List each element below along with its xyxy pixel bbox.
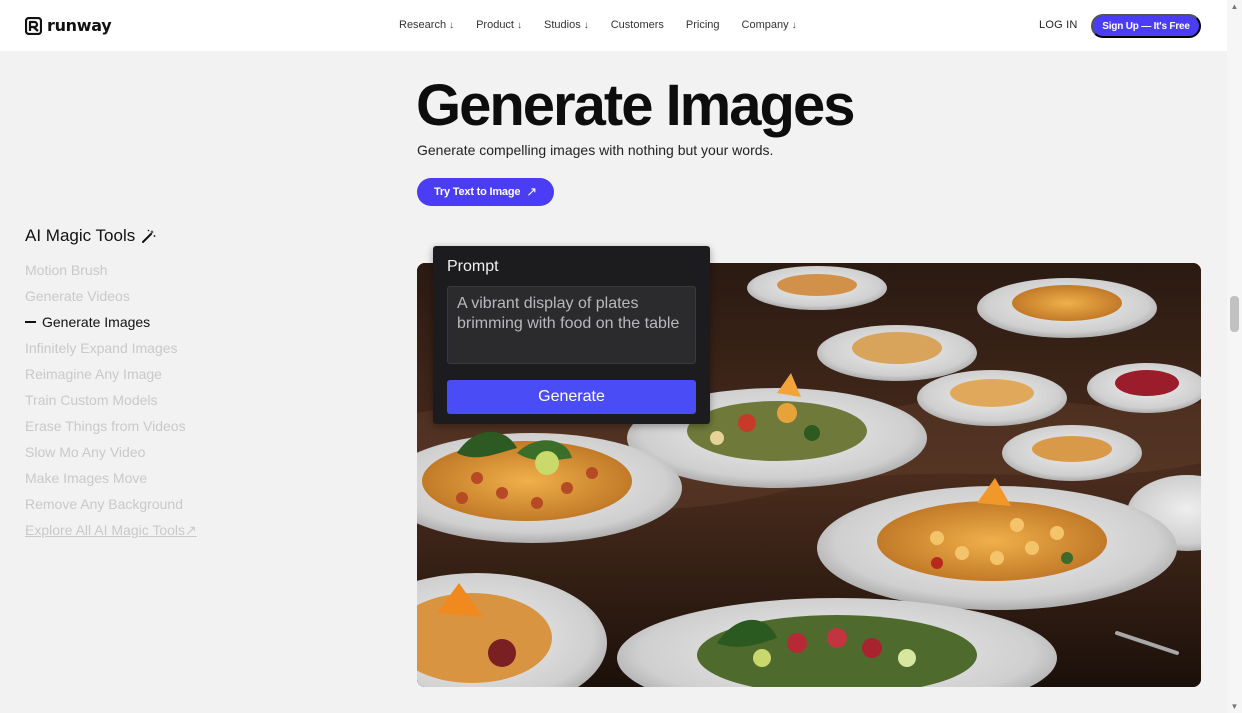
scrollbar-thumb[interactable] [1230,296,1239,332]
magic-tools-list: Motion Brush Generate Videos Generate Im… [25,262,197,548]
nav-research-label: Research [399,19,447,31]
page-title: Generate Images [416,73,855,138]
sidebar-item-remove-background[interactable]: Remove Any Background [25,496,197,522]
nav-pricing-label: Pricing [685,19,720,31]
main-nav: Research ↓ Product ↓ Studios ↓ Customers… [399,19,819,31]
sidebar-item-generate-images[interactable]: Generate Images [25,314,197,340]
prompt-label: Prompt [447,258,499,275]
cta-label: Try Text to Image [434,186,521,198]
nav-company[interactable]: Company ↓ [742,19,797,31]
nav-customers-label: Customers [610,19,664,31]
sidebar-item-slow-mo[interactable]: Slow Mo Any Video [25,444,197,470]
sidebar-title: AI Magic Tools [25,226,156,246]
arrow-down-icon: ↓ [583,19,589,31]
nav-research[interactable]: Research ↓ [399,19,454,31]
top-navigation-bar: runway Research ↓ Product ↓ Studios ↓ Cu… [0,0,1227,51]
arrow-down-icon: ↓ [449,19,455,31]
nav-pricing[interactable]: Pricing [686,19,720,31]
page-subtitle: Generate compelling images with nothing … [417,142,774,158]
runway-logo-icon [25,16,42,35]
runway-logo[interactable]: runway [25,16,112,35]
generate-button[interactable]: Generate [447,380,696,414]
sidebar-item-label: Explore All AI Magic Tools [25,522,186,538]
sidebar-item-make-images-move[interactable]: Make Images Move [25,470,197,496]
active-indicator [25,321,36,324]
sidebar-item-erase-things[interactable]: Erase Things from Videos [25,418,197,444]
sidebar-title-text: AI Magic Tools [25,226,136,245]
login-link[interactable]: LOG IN [1039,19,1078,31]
arrow-down-icon: ↓ [517,19,522,31]
sidebar-item-generate-videos[interactable]: Generate Videos [25,288,197,314]
sidebar-item-explore-all[interactable]: Explore All AI Magic Tools↗ [25,522,197,548]
sidebar-item-expand-images[interactable]: Infinitely Expand Images [25,340,197,366]
try-text-to-image-button[interactable]: Try Text to Image ↗ [417,178,554,206]
logo-text: runway [47,16,112,35]
signup-button[interactable]: Sign Up — It's Free [1091,14,1201,38]
sidebar-item-motion-brush[interactable]: Motion Brush [25,262,197,288]
nav-product[interactable]: Product ↓ [476,19,522,31]
scroll-up-arrow-icon[interactable]: ▲ [1230,2,1239,11]
arrow-down-icon: ↓ [791,19,797,31]
nav-company-label: Company [741,19,789,31]
magic-wand-icon [142,229,156,243]
nav-studios[interactable]: Studios ↓ [544,19,589,31]
nav-customers[interactable]: Customers [611,19,664,31]
prompt-input[interactable]: A vibrant display of plates brimming wit… [447,286,696,364]
scroll-down-arrow-icon[interactable]: ▼ [1230,702,1239,711]
nav-product-label: Product [476,19,514,31]
nav-studios-label: Studios [544,19,581,31]
sidebar-item-train-models[interactable]: Train Custom Models [25,392,197,418]
sidebar-item-reimagine-image[interactable]: Reimagine Any Image [25,366,197,392]
external-arrow-icon: ↗ [185,522,197,538]
page-scrollbar[interactable]: ▲ ▼ [1227,0,1242,713]
prompt-card: Prompt A vibrant display of plates brimm… [433,246,710,424]
sidebar-item-label: Generate Images [42,314,151,330]
external-arrow-icon: ↗ [526,184,537,199]
